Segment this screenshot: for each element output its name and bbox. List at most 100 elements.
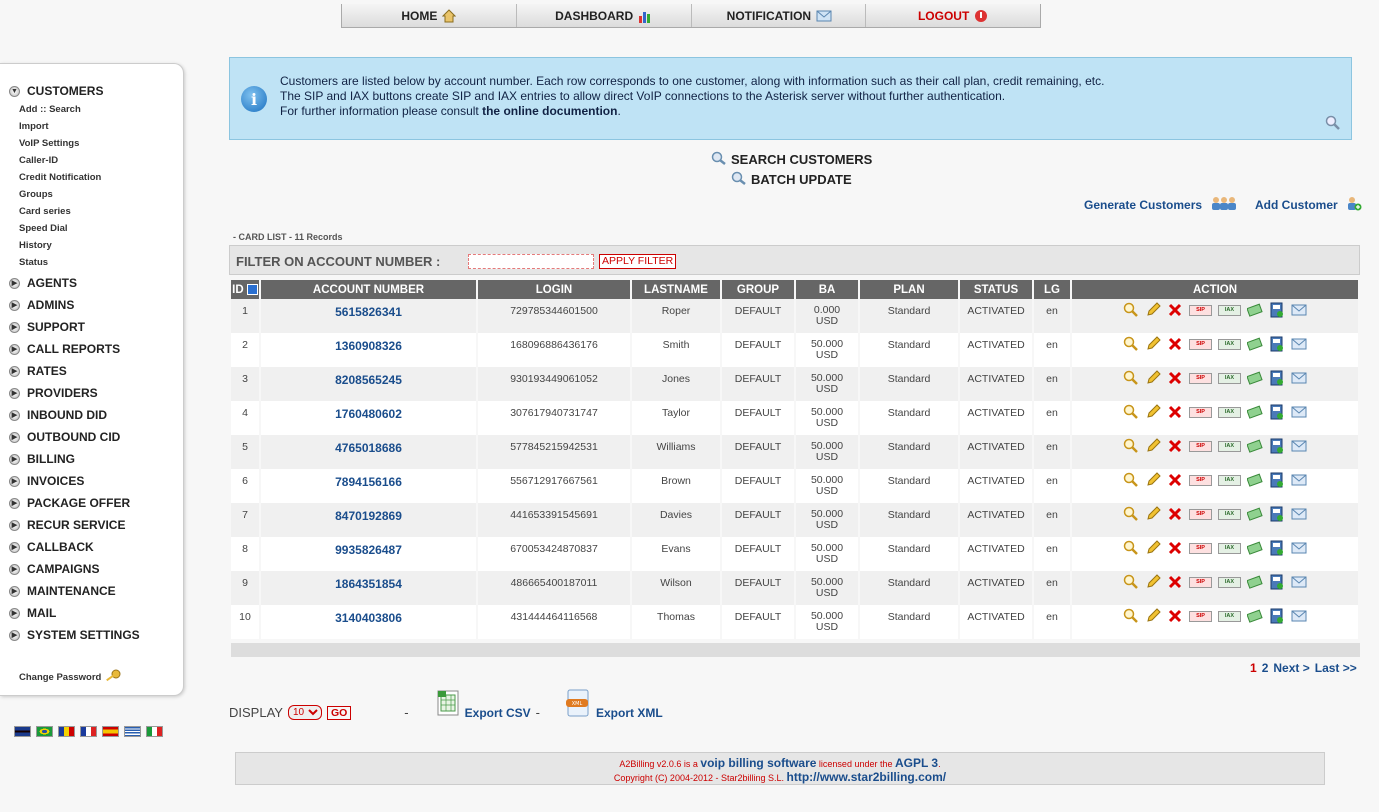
- phone-card-icon[interactable]: [1269, 608, 1285, 624]
- next-page-link[interactable]: Next >: [1273, 661, 1309, 675]
- envelope-icon[interactable]: [1291, 337, 1307, 351]
- iax-button[interactable]: IAX: [1218, 338, 1241, 350]
- nav-logout[interactable]: LOGOUT: [866, 4, 1040, 27]
- envelope-icon[interactable]: [1291, 541, 1307, 555]
- account-link[interactable]: 1864351854: [335, 577, 402, 591]
- sip-button[interactable]: SIP: [1189, 576, 1212, 588]
- phone-card-icon[interactable]: [1269, 302, 1285, 318]
- edit-pencil-icon[interactable]: [1145, 608, 1161, 623]
- nav-dashboard[interactable]: DASHBOARD: [517, 4, 692, 27]
- menu-customers[interactable]: ▼ CUSTOMERS: [9, 84, 103, 98]
- phone-card-icon[interactable]: [1269, 472, 1285, 488]
- edit-pencil-icon[interactable]: [1145, 574, 1161, 589]
- flag-france-icon[interactable]: [80, 726, 97, 737]
- submenu-caller-id[interactable]: Caller-ID: [19, 155, 58, 166]
- nav-notification[interactable]: NOTIFICATION: [692, 4, 867, 27]
- export-xml-link[interactable]: Export XML: [596, 706, 663, 720]
- iax-button[interactable]: IAX: [1218, 474, 1241, 486]
- edit-pencil-icon[interactable]: [1145, 370, 1161, 385]
- envelope-icon[interactable]: [1291, 371, 1307, 385]
- menu-package-offer[interactable]: ▶ PACKAGE OFFER: [9, 496, 130, 510]
- envelope-icon[interactable]: [1291, 405, 1307, 419]
- money-icon[interactable]: [1247, 303, 1263, 317]
- page-size-select[interactable]: 10: [287, 705, 322, 720]
- column-header-plan[interactable]: PLAN: [860, 280, 958, 299]
- nav-home[interactable]: HOME: [342, 4, 517, 27]
- envelope-icon[interactable]: [1291, 575, 1307, 589]
- iax-button[interactable]: IAX: [1218, 542, 1241, 554]
- phone-card-icon[interactable]: [1269, 370, 1285, 386]
- view-magnifier-icon[interactable]: [1123, 608, 1139, 623]
- sip-button[interactable]: SIP: [1189, 406, 1212, 418]
- flag-italy-icon[interactable]: [146, 726, 163, 737]
- phone-card-icon[interactable]: [1269, 540, 1285, 556]
- column-header-lg[interactable]: LG: [1034, 280, 1070, 299]
- view-magnifier-icon[interactable]: [1123, 574, 1139, 589]
- generate-customers-link[interactable]: Generate Customers: [1084, 195, 1238, 214]
- column-header-id[interactable]: ID: [231, 280, 259, 299]
- account-link[interactable]: 9935826487: [335, 543, 402, 557]
- sip-button[interactable]: SIP: [1189, 542, 1212, 554]
- delete-x-icon[interactable]: [1167, 303, 1183, 317]
- star2billing-link[interactable]: http://www.star2billing.com/: [787, 770, 947, 784]
- column-header-ba[interactable]: BA: [796, 280, 858, 299]
- change-password-link[interactable]: Change Password: [19, 669, 121, 686]
- phone-card-icon[interactable]: [1269, 336, 1285, 352]
- delete-x-icon[interactable]: [1167, 609, 1183, 623]
- view-magnifier-icon[interactable]: [1123, 540, 1139, 555]
- flag-greece-icon[interactable]: [124, 726, 141, 737]
- sip-button[interactable]: SIP: [1189, 304, 1212, 316]
- edit-pencil-icon[interactable]: [1145, 506, 1161, 521]
- iax-button[interactable]: IAX: [1218, 576, 1241, 588]
- money-icon[interactable]: [1247, 439, 1263, 453]
- flag-uk-icon[interactable]: [14, 726, 31, 737]
- submenu-add-search[interactable]: Add :: Search: [19, 104, 81, 115]
- flag-romania-icon[interactable]: [58, 726, 75, 737]
- phone-card-icon[interactable]: [1269, 506, 1285, 522]
- software-link[interactable]: voip billing software: [700, 756, 816, 770]
- delete-x-icon[interactable]: [1167, 541, 1183, 555]
- submenu-card-series[interactable]: Card series: [19, 206, 71, 217]
- menu-campaigns[interactable]: ▶ CAMPAIGNS: [9, 562, 99, 576]
- envelope-icon[interactable]: [1291, 507, 1307, 521]
- menu-callback[interactable]: ▶ CALLBACK: [9, 540, 94, 554]
- delete-x-icon[interactable]: [1167, 405, 1183, 419]
- phone-card-icon[interactable]: [1269, 574, 1285, 590]
- sip-button[interactable]: SIP: [1189, 440, 1212, 452]
- view-magnifier-icon[interactable]: [1123, 302, 1139, 317]
- view-magnifier-icon[interactable]: [1123, 336, 1139, 351]
- column-header-lastname[interactable]: LASTNAME: [632, 280, 720, 299]
- sip-button[interactable]: SIP: [1189, 372, 1212, 384]
- account-link[interactable]: 7894156166: [335, 475, 402, 489]
- account-filter-input[interactable]: [468, 254, 594, 269]
- sip-button[interactable]: SIP: [1189, 474, 1212, 486]
- column-header-status[interactable]: STATUS: [960, 280, 1032, 299]
- account-link[interactable]: 5615826341: [335, 305, 402, 319]
- money-icon[interactable]: [1247, 575, 1263, 589]
- edit-pencil-icon[interactable]: [1145, 540, 1161, 555]
- view-magnifier-icon[interactable]: [1123, 506, 1139, 521]
- iax-button[interactable]: IAX: [1218, 372, 1241, 384]
- account-link[interactable]: 8208565245: [335, 373, 402, 387]
- iax-button[interactable]: IAX: [1218, 610, 1241, 622]
- account-link[interactable]: 4765018686: [335, 441, 402, 455]
- money-icon[interactable]: [1247, 507, 1263, 521]
- magnifier-icon[interactable]: [1325, 115, 1341, 134]
- money-icon[interactable]: [1247, 541, 1263, 555]
- account-link[interactable]: 1760480602: [335, 407, 402, 421]
- submenu-import[interactable]: Import: [19, 121, 49, 132]
- menu-billing[interactable]: ▶ BILLING: [9, 452, 75, 466]
- menu-maintenance[interactable]: ▶ MAINTENANCE: [9, 584, 116, 598]
- sip-button[interactable]: SIP: [1189, 338, 1212, 350]
- view-magnifier-icon[interactable]: [1123, 370, 1139, 385]
- edit-pencil-icon[interactable]: [1145, 438, 1161, 453]
- delete-x-icon[interactable]: [1167, 575, 1183, 589]
- flag-spain-icon[interactable]: [102, 726, 119, 737]
- menu-call-reports[interactable]: ▶ CALL REPORTS: [9, 342, 120, 356]
- edit-pencil-icon[interactable]: [1145, 404, 1161, 419]
- menu-system-settings[interactable]: ▶ SYSTEM SETTINGS: [9, 628, 140, 642]
- phone-card-icon[interactable]: [1269, 438, 1285, 454]
- money-icon[interactable]: [1247, 405, 1263, 419]
- menu-agents[interactable]: ▶ AGENTS: [9, 276, 77, 290]
- account-link[interactable]: 3140403806: [335, 611, 402, 625]
